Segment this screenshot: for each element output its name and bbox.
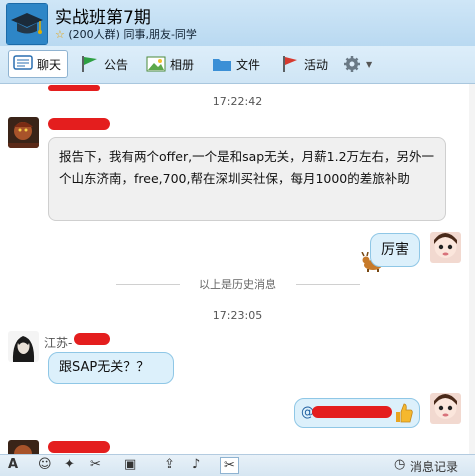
gear-icon — [344, 56, 360, 72]
tab-label: 聊天 — [37, 57, 62, 72]
scrollbar[interactable] — [469, 84, 475, 454]
divider-line — [296, 284, 360, 285]
redaction — [74, 333, 110, 345]
message-bubble: 厉害 — [370, 233, 420, 267]
tab-settings[interactable]: ▼ — [338, 50, 378, 78]
timestamp: 17:22:42 — [212, 95, 263, 108]
avatar[interactable] — [8, 117, 39, 148]
flag-icon — [82, 56, 97, 72]
message-bubble: 跟SAP无关？？ — [48, 352, 174, 384]
avatar[interactable] — [8, 331, 39, 362]
input-toolbar: A ☺ ✦ ✂ ▣ ⇪ ♪ ✂ ◷ 消息记录 — [0, 454, 475, 476]
magic-icon[interactable]: ✦ — [64, 457, 75, 472]
tab-label: 活动 — [304, 57, 329, 72]
group-subtitle: ☆ (200人群) 同事,朋友-同学 — [55, 26, 197, 42]
history-divider: 以上是历史消息 — [199, 278, 276, 291]
red-flag-icon — [283, 56, 297, 72]
image-icon[interactable]: ▣ — [124, 457, 136, 472]
title-bar: 实战班第7期 ☆ (200人群) 同事,朋友-同学 — [0, 0, 475, 46]
music-icon[interactable]: ♪ — [192, 457, 200, 472]
message-bubble: 报告下，我有两个offer,一个是和sap无关，月薪1.2万左右，另外一个山东济… — [48, 137, 446, 221]
redaction — [312, 406, 392, 418]
avatar[interactable] — [430, 393, 461, 424]
chat-icon — [13, 55, 33, 70]
group-info: (200人群) 同事,朋友-同学 — [68, 28, 197, 41]
tab-chat[interactable]: 聊天 — [8, 50, 68, 78]
graduation-cap-icon — [7, 4, 47, 44]
group-title: 实战班第7期 — [55, 8, 151, 28]
scissors-icon[interactable]: ✂ — [90, 457, 101, 472]
upload-icon[interactable]: ⇪ — [164, 457, 175, 472]
clock-icon: ◷ — [394, 457, 406, 472]
sender-name-redacted — [48, 118, 110, 130]
tab-files[interactable]: 文件 — [208, 50, 268, 78]
tab-bar: 聊天 公告 相册 文件 活动 ▼ — [0, 46, 475, 84]
emoji-icon[interactable]: ☺ — [38, 457, 52, 472]
tab-label: 公告 — [104, 57, 129, 72]
screenshot-icon[interactable]: ✂ — [220, 457, 239, 474]
folder-icon — [213, 59, 231, 71]
font-icon[interactable]: A — [8, 457, 18, 472]
tab-announcement[interactable]: 公告 — [76, 50, 134, 78]
history-button[interactable]: 消息记录 — [410, 458, 458, 475]
chat-area[interactable]: 17:22:42 报告下，我有两个offer,一个是和sap无关，月薪1.2万左… — [0, 84, 475, 454]
tab-label: 文件 — [236, 57, 261, 72]
photo-icon — [146, 56, 166, 72]
chevron-down-icon: ▼ — [366, 59, 373, 69]
redaction — [48, 85, 100, 91]
redaction — [48, 441, 110, 453]
timestamp: 17:23:05 — [212, 309, 263, 322]
tab-activity[interactable]: 活动 — [276, 50, 334, 78]
tab-label: 相册 — [170, 57, 195, 72]
sender-name: 江苏- — [44, 336, 73, 350]
avatar[interactable] — [8, 440, 39, 454]
avatar[interactable] — [430, 232, 461, 263]
group-avatar[interactable] — [6, 3, 48, 45]
thumbs-up-icon — [396, 403, 413, 423]
star-icon: ☆ — [55, 28, 65, 41]
tab-album[interactable]: 相册 — [142, 50, 200, 78]
